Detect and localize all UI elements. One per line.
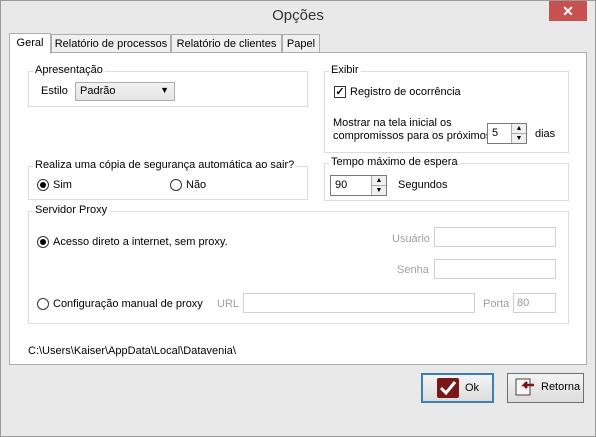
mostrar-label-line2: compromissos para os próximos bbox=[333, 130, 492, 142]
estilo-label: Estilo bbox=[41, 85, 68, 97]
backup-legend: Realiza uma cópia de segurança automátic… bbox=[33, 159, 297, 171]
retorna-button[interactable]: Retorna bbox=[507, 373, 584, 403]
tab-panel-geral: Apresentação Estilo Padrão ▼ Exibir ✓ Re… bbox=[9, 52, 587, 365]
porta-value: 80 bbox=[517, 297, 530, 309]
url-label: URL bbox=[217, 298, 240, 310]
close-icon: ✕ bbox=[562, 3, 574, 19]
backup-sim-label: Sim bbox=[53, 179, 72, 191]
tempo-unit-label: Segundos bbox=[398, 179, 448, 191]
senha-input[interactable] bbox=[434, 259, 556, 279]
mostrar-label-line1: Mostrar na tela inicial os bbox=[333, 117, 452, 129]
tab-geral[interactable]: Geral bbox=[9, 33, 51, 54]
porta-input[interactable]: 80 bbox=[513, 293, 556, 313]
proxy-group: Servidor Proxy Acesso direto a internet,… bbox=[28, 204, 569, 324]
return-icon bbox=[515, 378, 534, 396]
proxy-manual-radio[interactable] bbox=[37, 298, 49, 310]
backup-nao-radio[interactable] bbox=[170, 179, 182, 191]
retorna-label: Retorna bbox=[541, 381, 581, 393]
checkmark-icon bbox=[437, 378, 459, 398]
window-title: Opções bbox=[272, 7, 324, 24]
backup-sim-radio[interactable] bbox=[37, 179, 49, 191]
registro-checkbox[interactable]: ✓ bbox=[334, 86, 346, 98]
tempo-value: 90 bbox=[335, 179, 348, 191]
estilo-value: Padrão bbox=[80, 85, 116, 97]
exibir-group: Exibir ✓ Registro de ocorrência Mostrar … bbox=[324, 64, 569, 153]
data-path-text: C:\Users\Kaiser\AppData\Local\Datavenia\ bbox=[28, 345, 236, 357]
spin-down-icon[interactable]: ▼ bbox=[512, 134, 526, 143]
radio-selected-icon bbox=[40, 239, 46, 245]
chevron-down-icon: ▼ bbox=[160, 85, 169, 95]
title-bar: Opções ✕ bbox=[1, 1, 595, 31]
ok-button[interactable]: Ok bbox=[421, 373, 494, 403]
spin-up-icon[interactable]: ▲ bbox=[372, 176, 386, 186]
apresentacao-legend: Apresentação bbox=[33, 64, 105, 76]
registro-label: Registro de ocorrência bbox=[350, 86, 461, 98]
checkmark-icon: ✓ bbox=[335, 86, 345, 98]
tempo-spinner[interactable]: 90 ▲ ▼ bbox=[330, 175, 387, 196]
spin-down-icon[interactable]: ▼ bbox=[372, 186, 386, 195]
tab-relatorio-clientes[interactable]: Relatório de clientes bbox=[171, 34, 282, 52]
ok-label: Ok bbox=[465, 382, 480, 394]
usuario-label: Usuário bbox=[392, 233, 430, 245]
backup-group: Realiza uma cópia de segurança automátic… bbox=[28, 159, 308, 200]
close-button[interactable]: ✕ bbox=[549, 1, 587, 21]
exibir-legend: Exibir bbox=[329, 64, 361, 76]
tempo-legend: Tempo máximo de espera bbox=[329, 156, 460, 168]
spin-up-icon[interactable]: ▲ bbox=[512, 124, 526, 134]
proxy-direct-label: Acesso direto a internet, sem proxy. bbox=[53, 236, 228, 248]
dias-spinner-buttons: ▲ ▼ bbox=[511, 124, 526, 143]
usuario-input[interactable] bbox=[434, 227, 556, 247]
estilo-select[interactable]: Padrão ▼ bbox=[75, 82, 175, 101]
dias-spinner[interactable]: 5 ▲ ▼ bbox=[487, 123, 527, 144]
proxy-manual-label: Configuração manual de proxy bbox=[53, 298, 203, 310]
tab-papel[interactable]: Papel bbox=[282, 34, 320, 52]
proxy-direct-radio[interactable] bbox=[37, 236, 49, 248]
tempo-group: Tempo máximo de espera 90 ▲ ▼ Segundos bbox=[324, 156, 569, 201]
proxy-legend: Servidor Proxy bbox=[33, 204, 110, 216]
dias-value: 5 bbox=[492, 127, 499, 139]
options-dialog: Opções ✕ Geral Relatório de processos Re… bbox=[0, 0, 596, 437]
backup-nao-label: Não bbox=[186, 179, 207, 191]
senha-label: Senha bbox=[397, 264, 429, 276]
url-input[interactable] bbox=[243, 293, 475, 313]
porta-label: Porta bbox=[483, 298, 510, 310]
dias-label: dias bbox=[535, 128, 556, 140]
radio-selected-icon bbox=[40, 182, 46, 188]
tab-relatorio-processos[interactable]: Relatório de processos bbox=[51, 34, 171, 52]
apresentacao-group: Apresentação Estilo Padrão ▼ bbox=[28, 64, 308, 107]
tempo-spinner-buttons: ▲ ▼ bbox=[371, 176, 386, 195]
